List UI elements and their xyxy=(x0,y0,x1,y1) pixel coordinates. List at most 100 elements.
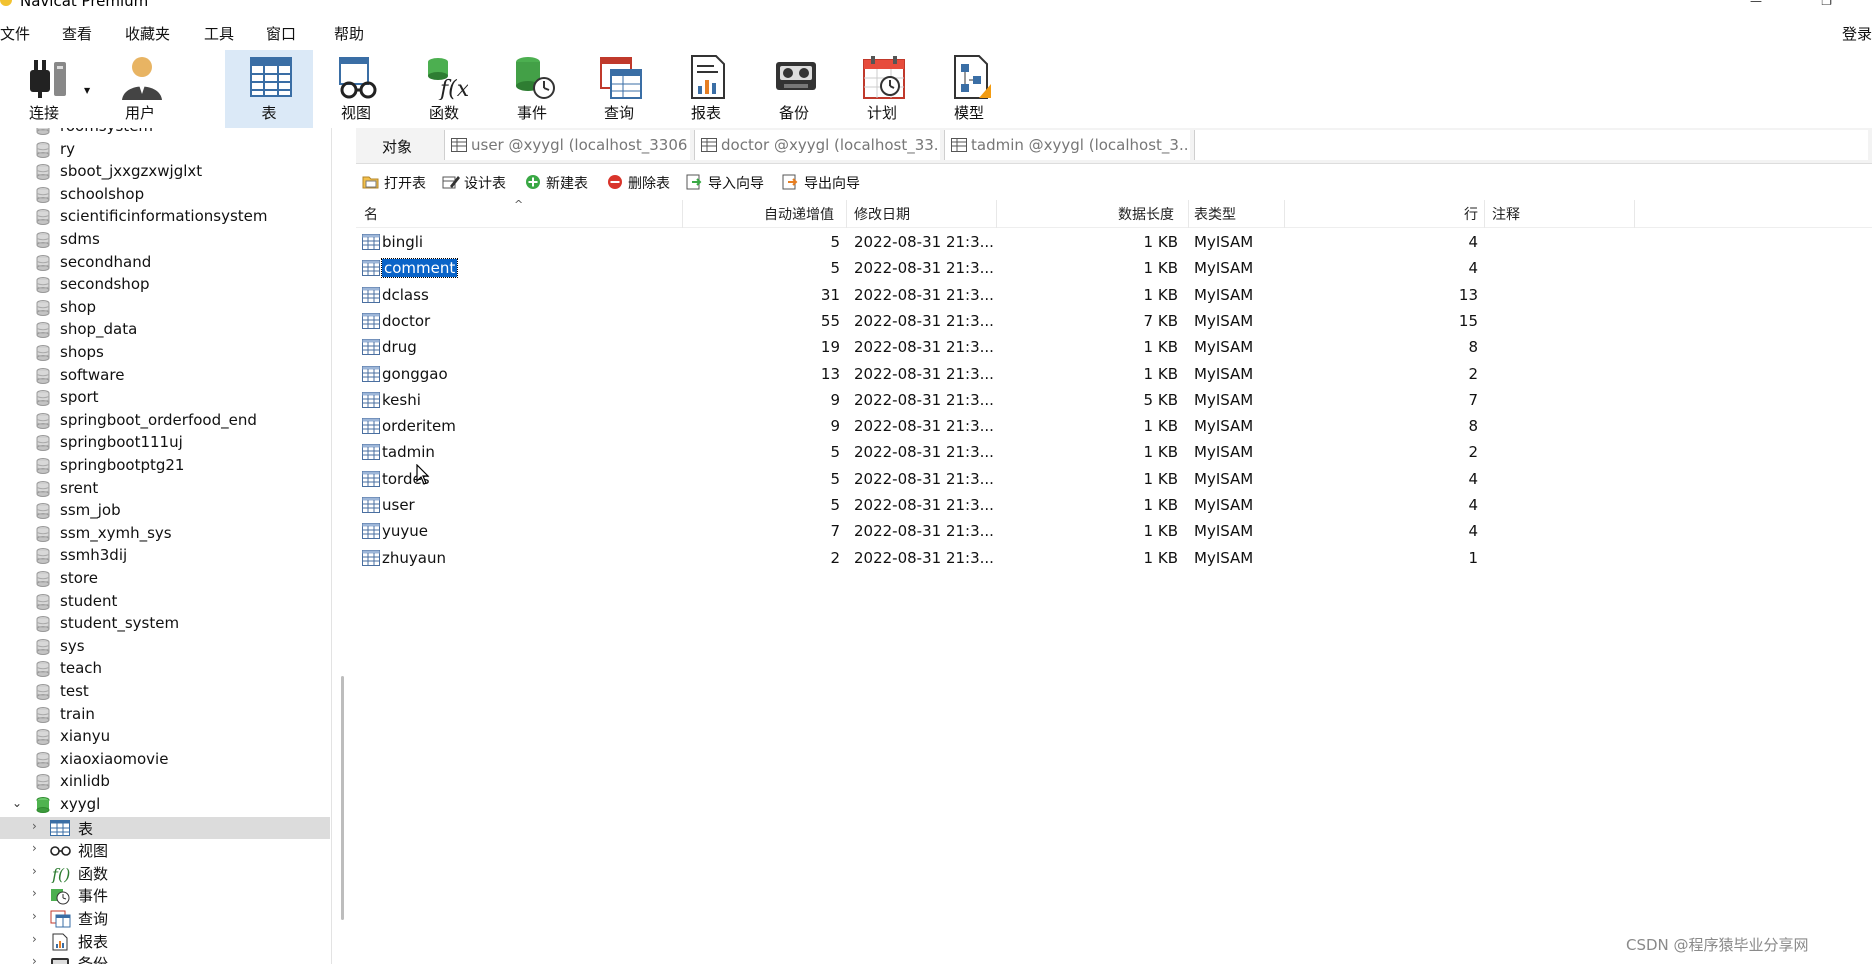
tree-node-report[interactable]: › 报表 xyxy=(0,930,330,952)
table-row[interactable]: keshi 9 2022-08-31 21:3... 5 KB MyISAM 7 xyxy=(356,388,1872,414)
database-item[interactable]: secondshop xyxy=(0,274,330,296)
database-item[interactable]: roomsystem xyxy=(0,128,330,138)
database-item[interactable]: shop xyxy=(0,297,330,319)
tab-tadmin-table[interactable]: tadmin @xyygl (localhost_3... xyxy=(944,130,1190,160)
table-row[interactable]: bingli 5 2022-08-31 21:3... 1 KB MyISAM … xyxy=(356,230,1872,256)
column-header-rows[interactable]: 行 xyxy=(1464,204,1478,224)
backup-button[interactable]: 备份 xyxy=(750,50,838,128)
database-item[interactable]: schoolshop xyxy=(0,184,330,206)
design-table-button[interactable]: 设计表 xyxy=(442,172,518,194)
database-item[interactable]: secondhand xyxy=(0,252,330,274)
database-item[interactable]: xianyu xyxy=(0,726,330,748)
tree-node-view[interactable]: › 视图 xyxy=(0,839,330,861)
schedule-button[interactable]: 计划 xyxy=(838,50,926,128)
view-button[interactable]: 视图 xyxy=(312,50,400,128)
chevron-right-icon[interactable]: › xyxy=(32,909,37,923)
database-item[interactable]: software xyxy=(0,365,330,387)
database-item[interactable]: test xyxy=(0,681,330,703)
column-divider[interactable] xyxy=(1284,200,1285,228)
function-button[interactable]: f(x) 函数 xyxy=(400,50,488,128)
table-row[interactable]: gonggao 13 2022-08-31 21:3... 1 KB MyISA… xyxy=(356,362,1872,388)
tree-node-function[interactable]: › f() 函数 xyxy=(0,862,330,884)
menu-file[interactable]: 文件 xyxy=(0,23,30,44)
database-item[interactable]: sboot_jxxgzxwjglxt xyxy=(0,161,330,183)
database-item[interactable]: student_system xyxy=(0,613,330,635)
database-item[interactable]: sys xyxy=(0,636,330,658)
column-divider[interactable] xyxy=(996,200,997,228)
minimize-icon[interactable]: — xyxy=(1750,0,1762,8)
column-header-auto-increment[interactable]: 自动递增值 xyxy=(764,204,834,224)
tree-node-query[interactable]: › 查询 xyxy=(0,907,330,929)
event-button[interactable]: 事件 xyxy=(488,50,576,128)
delete-table-button[interactable]: 删除表 xyxy=(606,172,682,194)
database-item[interactable]: springboot111uj xyxy=(0,432,330,454)
table-row[interactable]: tadmin 5 2022-08-31 21:3... 1 KB MyISAM … xyxy=(356,440,1872,466)
menu-view[interactable]: 查看 xyxy=(62,23,92,44)
tab-user-table[interactable]: user @xyygl (localhost_3306... xyxy=(444,130,690,160)
menu-favorites[interactable]: 收藏夹 xyxy=(125,23,170,44)
column-divider[interactable] xyxy=(1634,200,1635,228)
import-wizard-button[interactable]: 导入向导 xyxy=(686,172,774,194)
database-item[interactable]: store xyxy=(0,568,330,590)
query-button[interactable]: 查询 xyxy=(575,50,663,128)
chevron-right-icon[interactable]: › xyxy=(32,886,37,900)
table-row[interactable]: tordes 5 2022-08-31 21:3... 1 KB MyISAM … xyxy=(356,467,1872,493)
table-row[interactable]: drug 19 2022-08-31 21:3... 1 KB MyISAM 8 xyxy=(356,335,1872,361)
login-link[interactable]: 登录 xyxy=(1842,23,1872,44)
menu-help[interactable]: 帮助 xyxy=(334,23,364,44)
database-item-xyygl[interactable]: ⌄ xyygl xyxy=(0,794,330,816)
database-item[interactable]: ssm_job xyxy=(0,500,330,522)
chevron-right-icon[interactable]: › xyxy=(32,954,37,964)
column-divider[interactable] xyxy=(846,200,847,228)
column-header-comment[interactable]: 注释 xyxy=(1492,204,1520,224)
table-row[interactable]: dclass 31 2022-08-31 21:3... 1 KB MyISAM… xyxy=(356,283,1872,309)
table-row[interactable]: user 5 2022-08-31 21:3... 1 KB MyISAM 4 xyxy=(356,493,1872,519)
restore-icon[interactable]: ❐ xyxy=(1821,0,1832,8)
user-button[interactable]: 用户 xyxy=(96,50,184,128)
column-divider[interactable] xyxy=(1188,200,1189,228)
table-row[interactable]: comment 5 2022-08-31 21:3... 1 KB MyISAM… xyxy=(356,256,1872,282)
database-item[interactable]: shop_data xyxy=(0,319,330,341)
tab-doctor-table[interactable]: doctor @xyygl (localhost_33... xyxy=(694,130,940,160)
database-item[interactable]: xinlidb xyxy=(0,771,330,793)
database-item[interactable]: scientificinformationsystem xyxy=(0,206,330,228)
column-header-name[interactable]: 名 xyxy=(364,204,378,224)
open-table-button[interactable]: 打开表 xyxy=(362,172,436,194)
column-header-modified-date[interactable]: 修改日期 xyxy=(854,204,910,224)
column-header-data-length[interactable]: 数据长度 xyxy=(1118,204,1174,224)
model-button[interactable]: 模型 xyxy=(925,50,1013,128)
table-row[interactable]: doctor 55 2022-08-31 21:3... 7 KB MyISAM… xyxy=(356,309,1872,335)
tree-node-backup[interactable]: › 备份 xyxy=(0,952,330,964)
export-wizard-button[interactable]: 导出向导 xyxy=(782,172,870,194)
database-item[interactable]: ssmh3dij xyxy=(0,545,330,567)
chevron-right-icon[interactable]: › xyxy=(32,932,37,946)
table-row[interactable]: orderitem 9 2022-08-31 21:3... 1 KB MyIS… xyxy=(356,414,1872,440)
connect-button[interactable]: 连接 xyxy=(0,50,88,128)
column-divider[interactable] xyxy=(1484,200,1485,228)
database-item[interactable]: xiaoxiaomovie xyxy=(0,749,330,771)
sidebar-scrollbar[interactable] xyxy=(341,676,344,920)
database-item[interactable]: sdms xyxy=(0,229,330,251)
objects-tab[interactable]: 对象 xyxy=(382,136,412,157)
database-item[interactable]: springbootptg21 xyxy=(0,455,330,477)
chevron-right-icon[interactable]: › xyxy=(32,864,37,878)
report-button[interactable]: 报表 xyxy=(662,50,750,128)
menu-tools[interactable]: 工具 xyxy=(204,23,234,44)
database-item[interactable]: ry xyxy=(0,139,330,161)
table-row[interactable]: yuyue 7 2022-08-31 21:3... 1 KB MyISAM 4 xyxy=(356,519,1872,545)
chevron-right-icon[interactable]: › xyxy=(32,841,37,855)
database-item[interactable]: shops xyxy=(0,342,330,364)
column-header-engine[interactable]: 表类型 xyxy=(1194,204,1236,224)
database-item[interactable]: teach xyxy=(0,658,330,680)
column-divider[interactable] xyxy=(682,200,683,228)
tree-node-table[interactable]: › 表 xyxy=(0,817,330,839)
database-item[interactable]: springboot_orderfood_end xyxy=(0,410,330,432)
tree-node-event[interactable]: › 事件 xyxy=(0,884,330,906)
chevron-right-icon[interactable]: › xyxy=(32,819,37,833)
connect-dropdown-icon[interactable]: ▼ xyxy=(84,86,90,95)
new-table-button[interactable]: 新建表 xyxy=(524,172,600,194)
database-item[interactable]: ssm_xymh_sys xyxy=(0,523,330,545)
database-item[interactable]: srent xyxy=(0,478,330,500)
database-item[interactable]: sport xyxy=(0,387,330,409)
table-button[interactable]: 表 xyxy=(225,50,313,128)
